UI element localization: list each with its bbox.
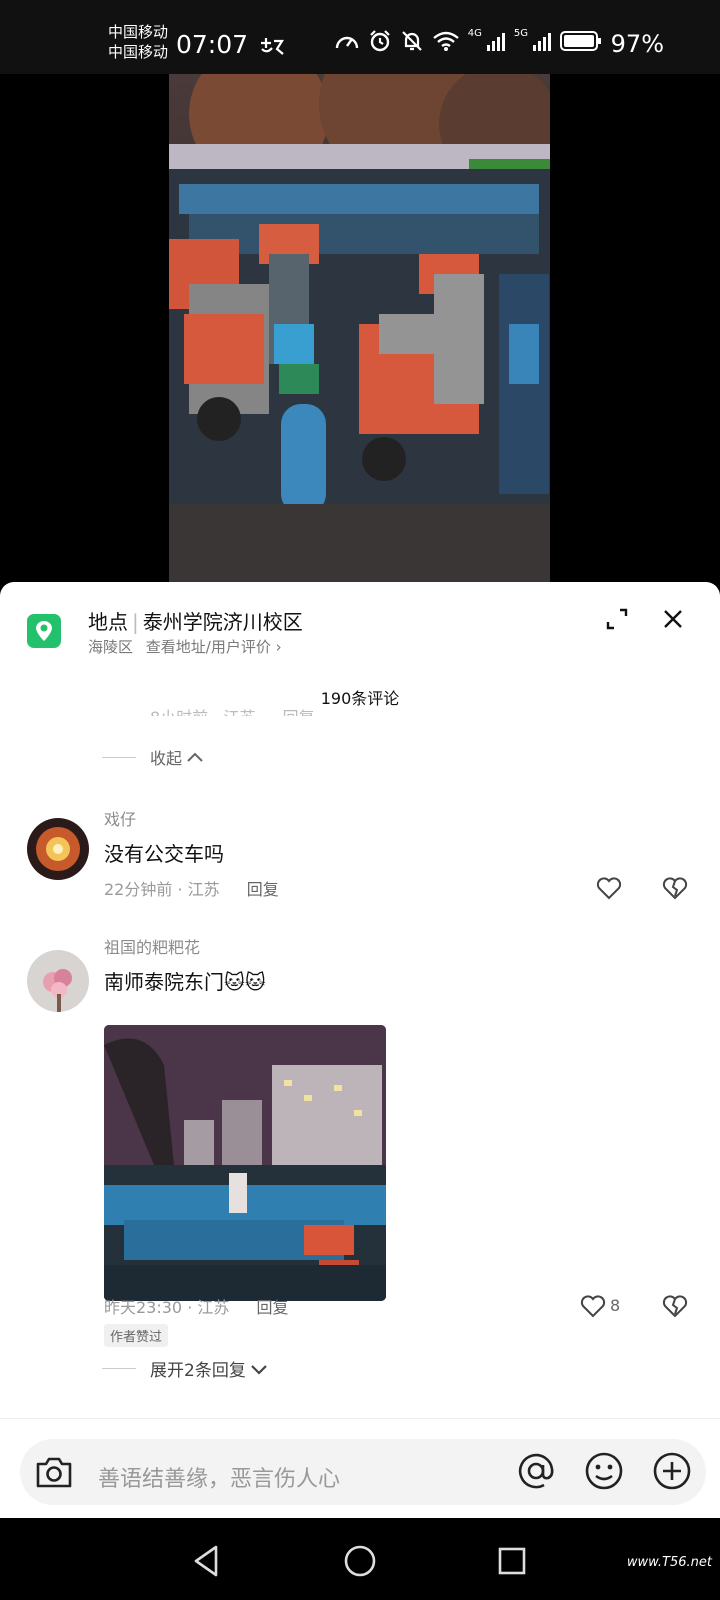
comments-sheet: 地点|泰州学院济川校区 海陵区 查看地址/用户评价 › 190条评论 8小时前 … bbox=[0, 582, 720, 1518]
chevron-down-icon bbox=[251, 1364, 267, 1375]
heart-icon[interactable] bbox=[580, 1294, 606, 1318]
location-title[interactable]: 地点 | 泰州学院济川校区 bbox=[88, 606, 303, 635]
net-label-2: 5G bbox=[513, 27, 528, 39]
location-separator: | bbox=[132, 610, 139, 634]
comment-region: 江苏 bbox=[187, 880, 220, 899]
location-name: 泰州学院济川校区 bbox=[142, 610, 303, 634]
comment-time: 昨天23:30 bbox=[104, 1298, 183, 1317]
comment-meta: 昨天23:30 · 江苏 回复 bbox=[104, 1298, 289, 1317]
comment-region: 江苏 bbox=[197, 1298, 230, 1317]
divider-line bbox=[102, 1368, 136, 1369]
expand-replies-label: 展开2条回复 bbox=[150, 1361, 246, 1381]
signal-icon-1 bbox=[486, 33, 505, 51]
collapse-replies-button[interactable]: 收起 bbox=[102, 745, 204, 769]
location-action: 查看地址/用户评价 bbox=[145, 638, 271, 656]
chevron-right-icon: › bbox=[275, 638, 282, 656]
watermark: www.T56.net bbox=[626, 1555, 712, 1570]
chevron-up-icon bbox=[187, 752, 203, 762]
location-label: 地点 bbox=[88, 610, 128, 634]
author-liked-badge: 作者赞过 bbox=[104, 1324, 169, 1347]
previous-comment-time: 8小时前 bbox=[150, 708, 208, 716]
location-district: 海陵区 bbox=[88, 638, 134, 656]
net-label-1: 4G bbox=[467, 27, 482, 39]
location-pin-icon bbox=[27, 614, 61, 648]
wifi-icon bbox=[432, 31, 459, 51]
add-icon[interactable] bbox=[652, 1451, 692, 1491]
location-subtitle[interactable]: 海陵区 查看地址/用户评价 › bbox=[88, 636, 282, 657]
back-icon[interactable] bbox=[191, 1544, 221, 1578]
carrier-2: 中国移动 bbox=[108, 43, 169, 61]
reply-button[interactable]: 回复 bbox=[247, 880, 279, 899]
cat-emoji: 🐱🐱 bbox=[224, 970, 266, 994]
video-player[interactable] bbox=[0, 74, 720, 582]
comment-text-body: 南师泰院东门 bbox=[104, 970, 224, 994]
clock: 07:07 bbox=[176, 28, 286, 62]
comment-author[interactable]: 戏仔 bbox=[104, 806, 136, 830]
mute-bell-icon bbox=[401, 31, 422, 51]
like-count: 8 bbox=[610, 1296, 621, 1315]
video-frame[interactable] bbox=[169, 74, 550, 582]
avatar[interactable] bbox=[27, 950, 89, 1012]
camera-icon[interactable] bbox=[34, 1454, 74, 1490]
home-icon[interactable] bbox=[343, 1544, 377, 1578]
mention-icon[interactable] bbox=[516, 1451, 556, 1491]
previous-comment-meta: 8小时前 · 江苏 回复 bbox=[150, 704, 315, 716]
divider-line bbox=[102, 756, 136, 758]
collapse-label: 收起 bbox=[150, 749, 183, 768]
previous-comment-region: 江苏 bbox=[223, 708, 255, 716]
comment-author[interactable]: 祖国的粑粑花 bbox=[104, 934, 200, 958]
carrier-labels: 中国移动 中国移动 bbox=[108, 22, 168, 62]
comments-count: 190条评论 bbox=[320, 689, 400, 708]
comment-input-bar: 善语结善缘，恶言伤人心 bbox=[0, 1418, 720, 1519]
carrier-1: 中国移动 bbox=[108, 23, 169, 41]
broken-heart-icon[interactable] bbox=[662, 1294, 688, 1318]
comment-meta: 22分钟前 · 江苏 回复 bbox=[104, 880, 279, 899]
alarm-icon bbox=[369, 30, 390, 52]
comment-time: 22分钟前 bbox=[104, 880, 173, 899]
comment-input-placeholder: 善语结善缘，恶言伤人心 bbox=[98, 1467, 341, 1492]
clock-time: 07:07 bbox=[176, 30, 249, 59]
close-icon[interactable] bbox=[660, 606, 686, 632]
previous-comment-reply: 回复 bbox=[283, 708, 315, 716]
signal-icon-2 bbox=[533, 33, 551, 51]
system-nav-bar bbox=[0, 1518, 720, 1600]
emoji-icon[interactable] bbox=[584, 1451, 624, 1491]
scooter-parking-photo bbox=[169, 74, 550, 582]
comment-text: 没有公交车吗 bbox=[104, 842, 224, 866]
battery-percent: 97% bbox=[610, 30, 664, 58]
comment-image[interactable] bbox=[104, 1025, 386, 1301]
speedometer-icon bbox=[335, 36, 358, 49]
reply-button[interactable]: 回复 bbox=[257, 1298, 289, 1317]
battery-icon bbox=[560, 31, 601, 51]
avatar[interactable] bbox=[27, 818, 89, 880]
expand-replies-button[interactable]: 展开2条回复 bbox=[102, 1356, 268, 1381]
broken-heart-icon[interactable] bbox=[662, 876, 688, 900]
app-notification-icon bbox=[261, 38, 284, 55]
comment-text: 南师泰院东门🐱🐱 bbox=[104, 966, 266, 995]
heart-icon[interactable] bbox=[596, 876, 622, 900]
expand-icon[interactable] bbox=[604, 606, 630, 632]
status-bar: 中国移动 中国移动 07:07 4G 5G 97% bbox=[0, 0, 720, 74]
status-icons: 4G 5G bbox=[334, 27, 602, 53]
recent-apps-icon[interactable] bbox=[497, 1546, 527, 1576]
